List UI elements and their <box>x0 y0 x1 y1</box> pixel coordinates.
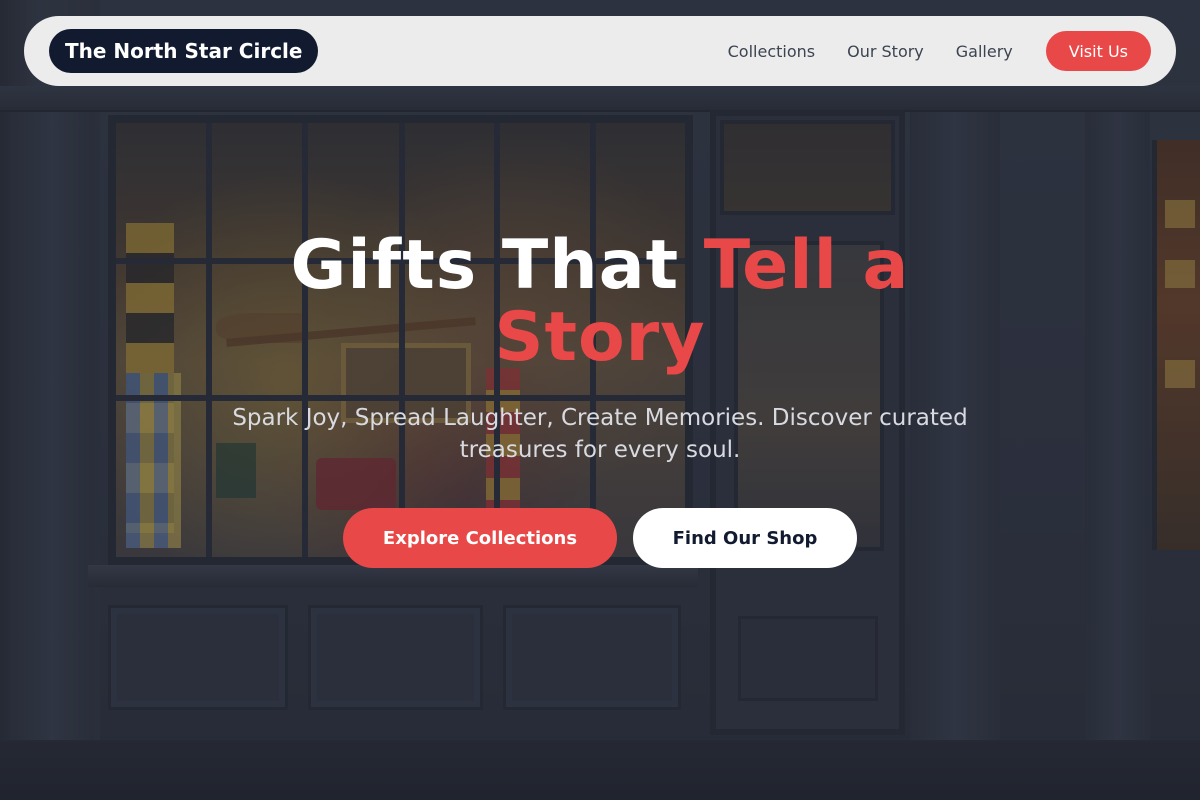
hero-section: Gifts That Tell a Story Spark Joy, Sprea… <box>0 230 1200 568</box>
nav-link-our-story[interactable]: Our Story <box>847 42 924 61</box>
nav-link-gallery[interactable]: Gallery <box>956 42 1013 61</box>
brand-logo[interactable]: The North Star Circle <box>49 29 319 73</box>
hero-subtitle: Spark Joy, Spread Laughter, Create Memor… <box>232 405 968 463</box>
find-our-shop-button[interactable]: Find Our Shop <box>633 508 857 568</box>
nav-link-collections[interactable]: Collections <box>728 42 815 61</box>
nav-links: Collections Our Story Gallery Visit Us <box>696 31 1151 71</box>
hero-actions: Explore Collections Find Our Shop <box>0 508 1200 568</box>
hero-title-main: Gifts That <box>290 226 704 305</box>
top-navigation: The North Star Circle Collections Our St… <box>24 16 1176 86</box>
explore-collections-button[interactable]: Explore Collections <box>343 508 617 568</box>
hero-title: Gifts That Tell a Story <box>260 230 940 374</box>
visit-us-button[interactable]: Visit Us <box>1045 31 1151 71</box>
